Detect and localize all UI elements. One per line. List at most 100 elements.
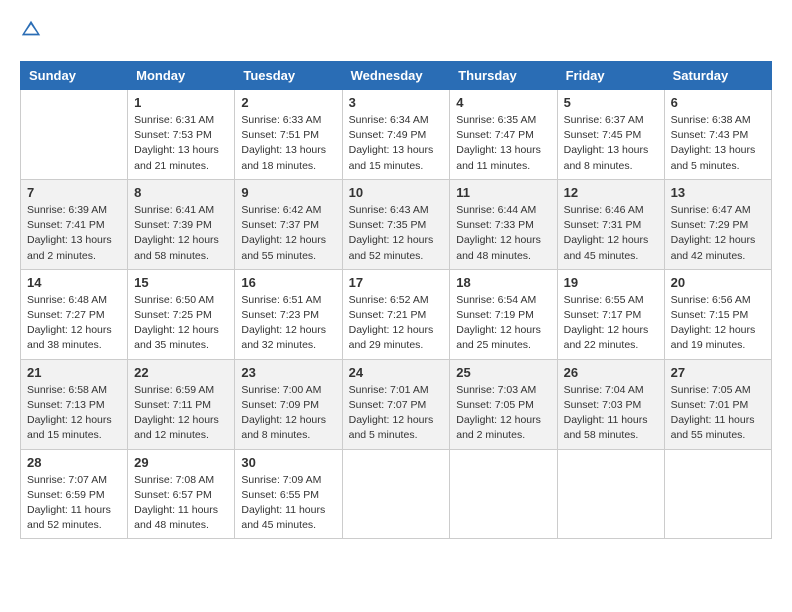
calendar-week-row: 7 Sunrise: 6:39 AMSunset: 7:41 PMDaylight…: [21, 179, 772, 269]
day-number: 3: [349, 95, 444, 110]
day-info: Sunrise: 7:04 AMSunset: 7:03 PMDaylight:…: [564, 383, 658, 444]
day-info: Sunrise: 6:38 AMSunset: 7:43 PMDaylight:…: [671, 113, 765, 174]
calendar-cell: 21 Sunrise: 6:58 AMSunset: 7:13 PMDayligh…: [21, 359, 128, 449]
calendar-week-row: 21 Sunrise: 6:58 AMSunset: 7:13 PMDayligh…: [21, 359, 772, 449]
day-info: Sunrise: 6:46 AMSunset: 7:31 PMDaylight:…: [564, 203, 658, 264]
calendar-cell: 28 Sunrise: 7:07 AMSunset: 6:59 PMDayligh…: [21, 449, 128, 539]
calendar-cell: 19 Sunrise: 6:55 AMSunset: 7:17 PMDayligh…: [557, 269, 664, 359]
calendar-table: SundayMondayTuesdayWednesdayThursdayFrid…: [20, 61, 772, 539]
day-info: Sunrise: 6:47 AMSunset: 7:29 PMDaylight:…: [671, 203, 765, 264]
calendar-cell: [342, 449, 450, 539]
day-info: Sunrise: 6:37 AMSunset: 7:45 PMDaylight:…: [564, 113, 658, 174]
day-number: 8: [134, 185, 228, 200]
calendar-cell: 2 Sunrise: 6:33 AMSunset: 7:51 PMDaylight…: [235, 90, 342, 180]
day-info: Sunrise: 6:31 AMSunset: 7:53 PMDaylight:…: [134, 113, 228, 174]
calendar-cell: 10 Sunrise: 6:43 AMSunset: 7:35 PMDayligh…: [342, 179, 450, 269]
day-number: 7: [27, 185, 121, 200]
calendar-cell: 13 Sunrise: 6:47 AMSunset: 7:29 PMDayligh…: [664, 179, 771, 269]
calendar-cell: 24Sunrise: 7:01 AMSunset: 7:07 PMDayligh…: [342, 359, 450, 449]
day-info: Sunrise: 6:52 AMSunset: 7:21 PMDaylight:…: [349, 293, 444, 354]
day-number: 13: [671, 185, 765, 200]
day-number: 21: [27, 365, 121, 380]
calendar-cell: 15Sunrise: 6:50 AMSunset: 7:25 PMDayligh…: [128, 269, 235, 359]
calendar-cell: 1 Sunrise: 6:31 AMSunset: 7:53 PMDaylight…: [128, 90, 235, 180]
day-number: 29: [134, 455, 228, 470]
day-info: Sunrise: 6:41 AMSunset: 7:39 PMDaylight:…: [134, 203, 228, 264]
logo-icon: [20, 18, 42, 40]
calendar-cell: [450, 449, 557, 539]
day-header-sunday: Sunday: [21, 62, 128, 90]
day-header-monday: Monday: [128, 62, 235, 90]
calendar-cell: 3 Sunrise: 6:34 AMSunset: 7:49 PMDaylight…: [342, 90, 450, 180]
calendar-cell: 26Sunrise: 7:04 AMSunset: 7:03 PMDayligh…: [557, 359, 664, 449]
calendar-cell: 6 Sunrise: 6:38 AMSunset: 7:43 PMDaylight…: [664, 90, 771, 180]
calendar-cell: [21, 90, 128, 180]
calendar-cell: 5 Sunrise: 6:37 AMSunset: 7:45 PMDaylight…: [557, 90, 664, 180]
day-info: Sunrise: 6:58 AMSunset: 7:13 PMDaylight:…: [27, 383, 121, 444]
day-number: 17: [349, 275, 444, 290]
calendar-cell: 4 Sunrise: 6:35 AMSunset: 7:47 PMDaylight…: [450, 90, 557, 180]
calendar-cell: [557, 449, 664, 539]
day-number: 2: [241, 95, 335, 110]
day-number: 14: [27, 275, 121, 290]
calendar-cell: 7 Sunrise: 6:39 AMSunset: 7:41 PMDaylight…: [21, 179, 128, 269]
day-number: 25: [456, 365, 550, 380]
day-info: Sunrise: 6:42 AMSunset: 7:37 PMDaylight:…: [241, 203, 335, 264]
calendar-cell: 14 Sunrise: 6:48 AMSunset: 7:27 PMDayligh…: [21, 269, 128, 359]
day-info: Sunrise: 6:34 AMSunset: 7:49 PMDaylight:…: [349, 113, 444, 174]
day-info: Sunrise: 7:09 AMSunset: 6:55 PMDaylight:…: [241, 473, 335, 534]
day-number: 5: [564, 95, 658, 110]
day-info: Sunrise: 6:44 AMSunset: 7:33 PMDaylight:…: [456, 203, 550, 264]
day-number: 23: [241, 365, 335, 380]
calendar-cell: 29Sunrise: 7:08 AMSunset: 6:57 PMDayligh…: [128, 449, 235, 539]
day-header-saturday: Saturday: [664, 62, 771, 90]
day-info: Sunrise: 6:39 AMSunset: 7:41 PMDaylight:…: [27, 203, 121, 264]
day-number: 20: [671, 275, 765, 290]
calendar-cell: 8 Sunrise: 6:41 AMSunset: 7:39 PMDaylight…: [128, 179, 235, 269]
calendar-cell: 18Sunrise: 6:54 AMSunset: 7:19 PMDayligh…: [450, 269, 557, 359]
day-info: Sunrise: 6:54 AMSunset: 7:19 PMDaylight:…: [456, 293, 550, 354]
day-info: Sunrise: 7:07 AMSunset: 6:59 PMDaylight:…: [27, 473, 121, 534]
calendar-cell: 12 Sunrise: 6:46 AMSunset: 7:31 PMDayligh…: [557, 179, 664, 269]
day-number: 9: [241, 185, 335, 200]
day-number: 28: [27, 455, 121, 470]
day-header-thursday: Thursday: [450, 62, 557, 90]
day-info: Sunrise: 6:55 AMSunset: 7:17 PMDaylight:…: [564, 293, 658, 354]
day-number: 1: [134, 95, 228, 110]
page-header: [20, 20, 772, 45]
day-number: 15: [134, 275, 228, 290]
day-header-wednesday: Wednesday: [342, 62, 450, 90]
calendar-cell: 11 Sunrise: 6:44 AMSunset: 7:33 PMDayligh…: [450, 179, 557, 269]
calendar-week-row: 1 Sunrise: 6:31 AMSunset: 7:53 PMDaylight…: [21, 90, 772, 180]
calendar-cell: 20 Sunrise: 6:56 AMSunset: 7:15 PMDayligh…: [664, 269, 771, 359]
calendar-cell: 30 Sunrise: 7:09 AMSunset: 6:55 PMDayligh…: [235, 449, 342, 539]
calendar-week-row: 14 Sunrise: 6:48 AMSunset: 7:27 PMDayligh…: [21, 269, 772, 359]
day-info: Sunrise: 6:48 AMSunset: 7:27 PMDaylight:…: [27, 293, 121, 354]
day-number: 11: [456, 185, 550, 200]
day-number: 16: [241, 275, 335, 290]
day-header-tuesday: Tuesday: [235, 62, 342, 90]
day-info: Sunrise: 6:43 AMSunset: 7:35 PMDaylight:…: [349, 203, 444, 264]
calendar-cell: 23Sunrise: 7:00 AMSunset: 7:09 PMDayligh…: [235, 359, 342, 449]
day-number: 6: [671, 95, 765, 110]
calendar-cell: 22Sunrise: 6:59 AMSunset: 7:11 PMDayligh…: [128, 359, 235, 449]
day-number: 19: [564, 275, 658, 290]
day-info: Sunrise: 6:35 AMSunset: 7:47 PMDaylight:…: [456, 113, 550, 174]
day-number: 12: [564, 185, 658, 200]
day-info: Sunrise: 7:05 AMSunset: 7:01 PMDaylight:…: [671, 383, 765, 444]
day-number: 10: [349, 185, 444, 200]
calendar-week-row: 28 Sunrise: 7:07 AMSunset: 6:59 PMDayligh…: [21, 449, 772, 539]
calendar-cell: 16 Sunrise: 6:51 AMSunset: 7:23 PMDayligh…: [235, 269, 342, 359]
calendar-cell: 17 Sunrise: 6:52 AMSunset: 7:21 PMDayligh…: [342, 269, 450, 359]
day-info: Sunrise: 6:51 AMSunset: 7:23 PMDaylight:…: [241, 293, 335, 354]
calendar-cell: 9 Sunrise: 6:42 AMSunset: 7:37 PMDaylight…: [235, 179, 342, 269]
day-number: 4: [456, 95, 550, 110]
day-info: Sunrise: 7:01 AMSunset: 7:07 PMDaylight:…: [349, 383, 444, 444]
day-number: 30: [241, 455, 335, 470]
calendar-header-row: SundayMondayTuesdayWednesdayThursdayFrid…: [21, 62, 772, 90]
day-info: Sunrise: 6:56 AMSunset: 7:15 PMDaylight:…: [671, 293, 765, 354]
day-info: Sunrise: 6:59 AMSunset: 7:11 PMDaylight:…: [134, 383, 228, 444]
day-number: 27: [671, 365, 765, 380]
day-info: Sunrise: 6:33 AMSunset: 7:51 PMDaylight:…: [241, 113, 335, 174]
day-info: Sunrise: 7:03 AMSunset: 7:05 PMDaylight:…: [456, 383, 550, 444]
